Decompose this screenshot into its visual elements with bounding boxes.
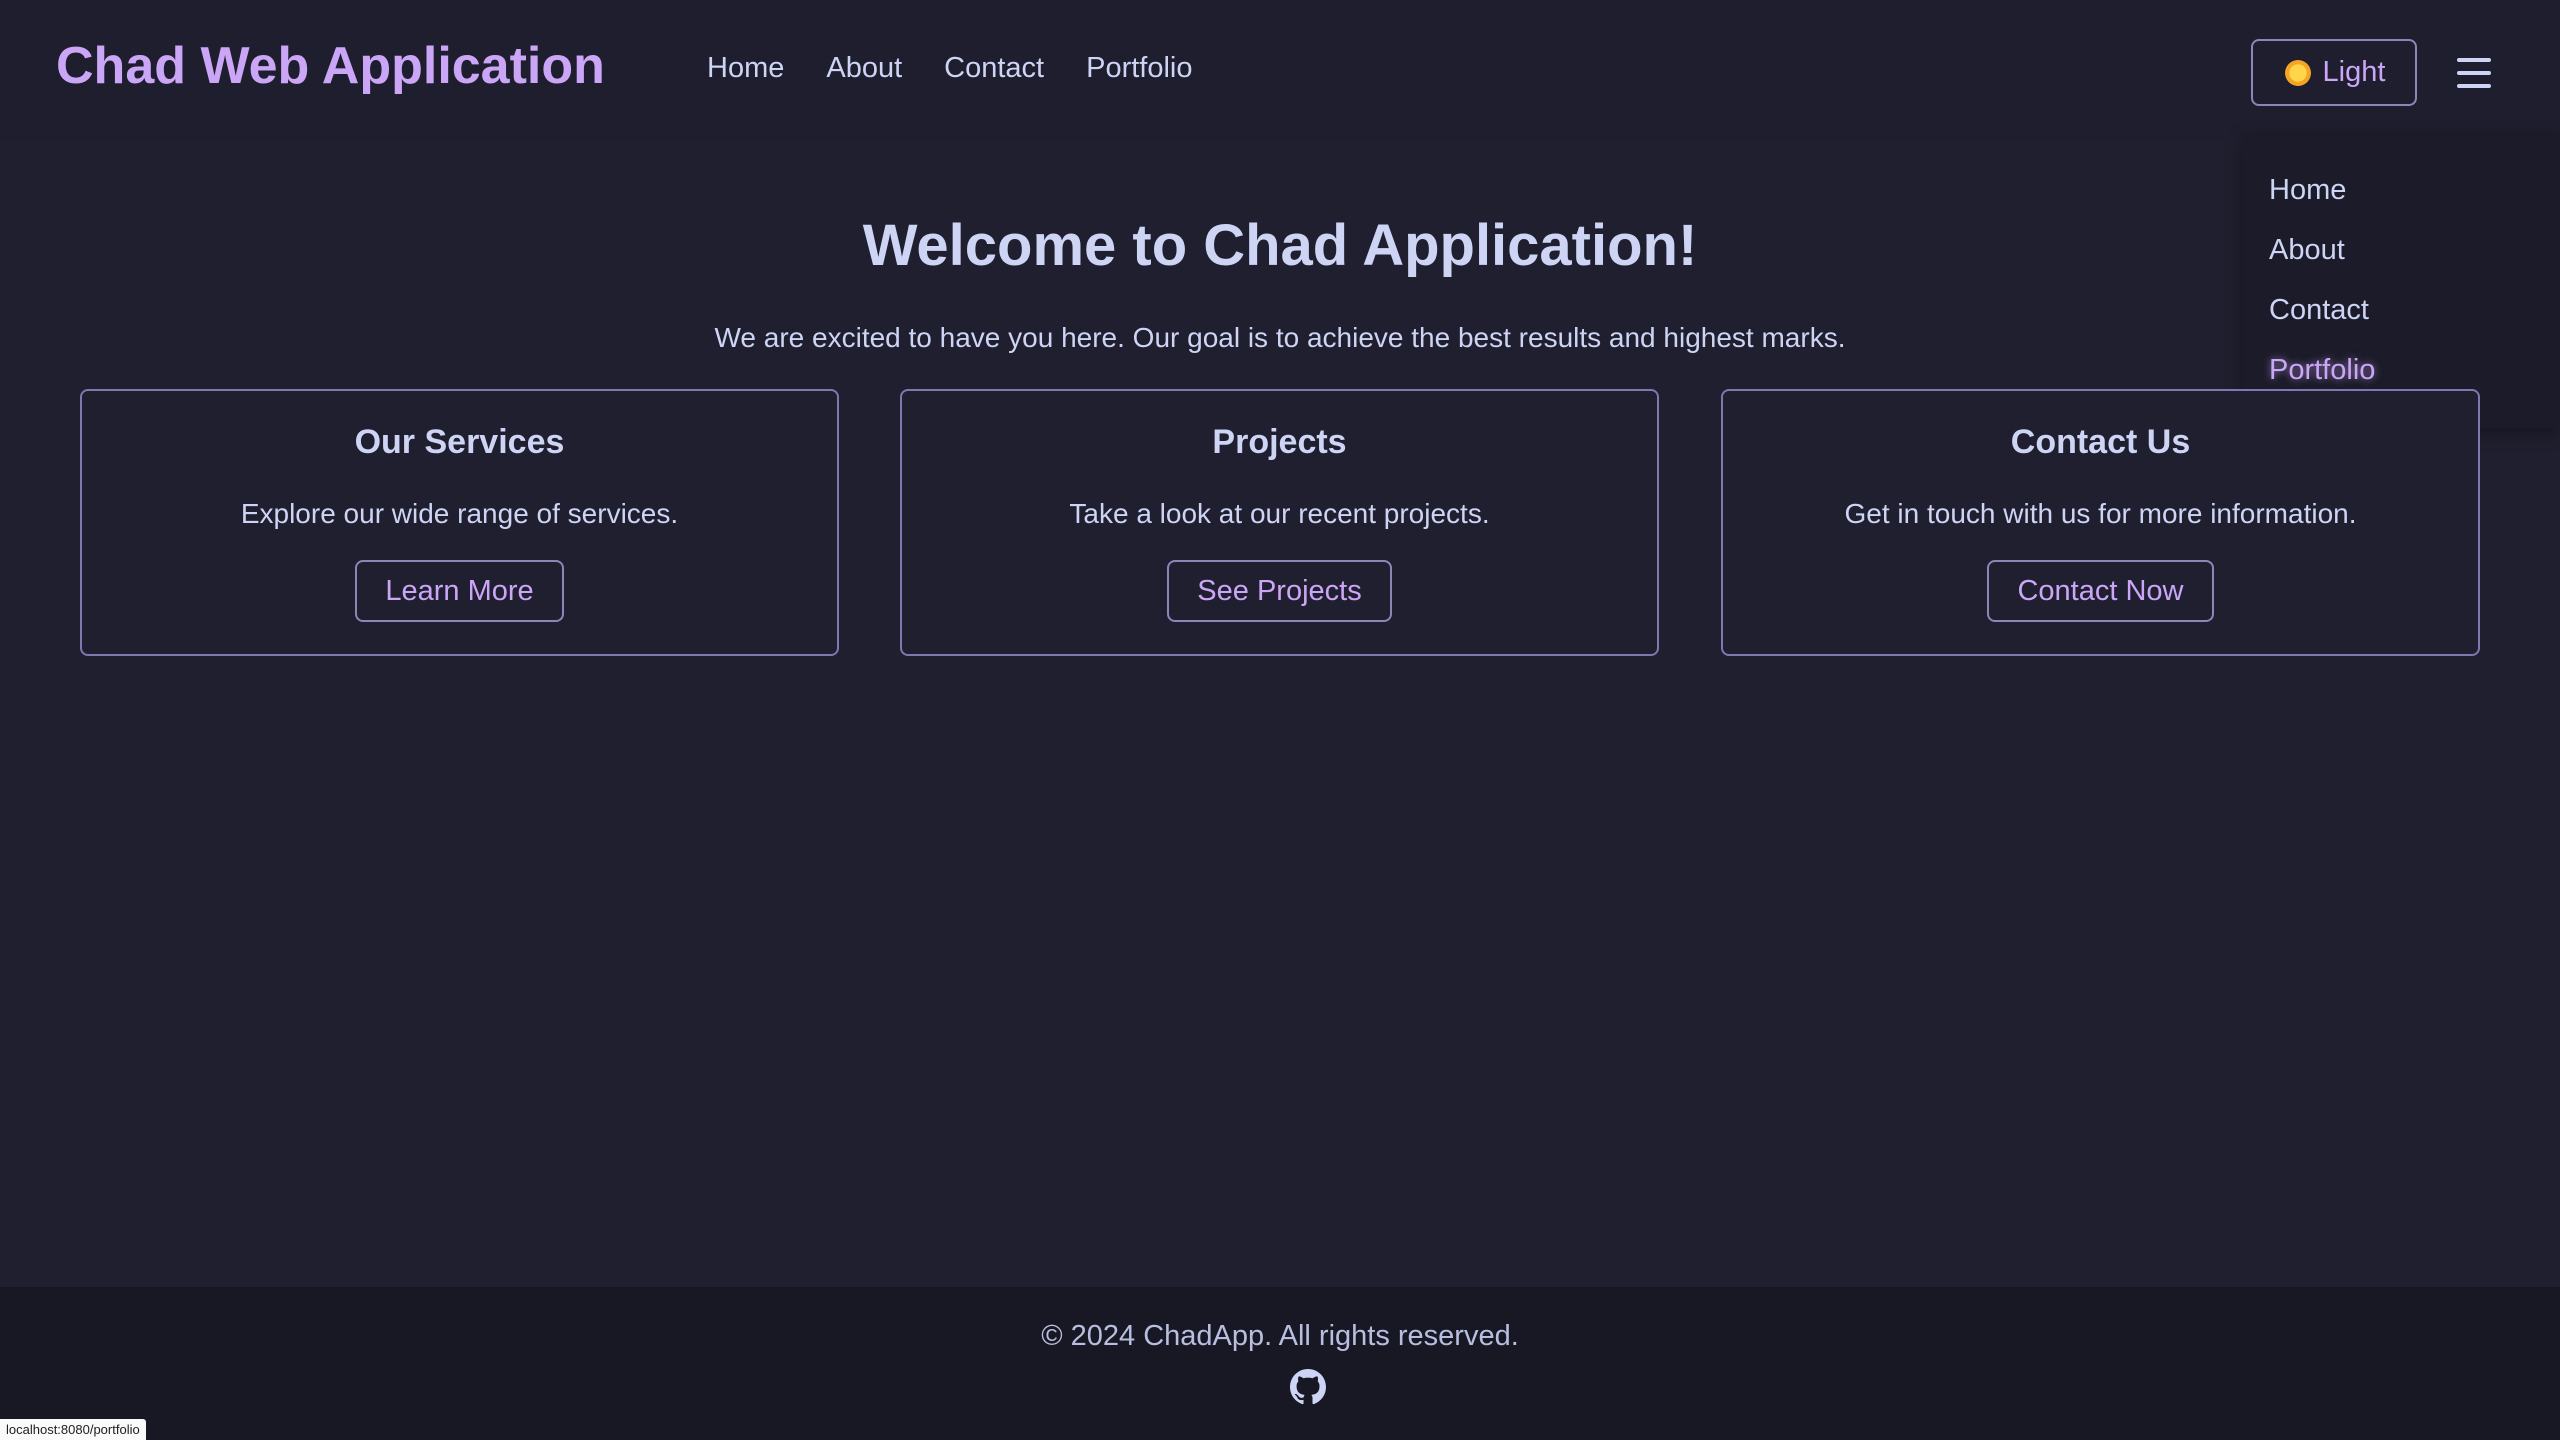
card-services: Our Services Explore our wide range of s… — [80, 389, 839, 656]
github-icon[interactable] — [1290, 1369, 1326, 1405]
learn-more-button[interactable]: Learn More — [355, 560, 564, 622]
nav-link-contact[interactable]: Contact — [944, 52, 1044, 85]
site-footer: © 2024 ChadApp. All rights reserved. — [0, 1287, 2560, 1440]
card-text: Get in touch with us for more informatio… — [1844, 498, 2357, 529]
brand-title[interactable]: Chad Web Application — [56, 36, 605, 96]
hero-title: Welcome to Chad Application! — [862, 213, 1698, 278]
nav-link-home[interactable]: Home — [707, 52, 784, 85]
card-title: Our Services — [354, 423, 565, 461]
main-nav: Home About Contact Portfolio — [707, 52, 1193, 85]
card-contact: Contact Us Get in touch with us for more… — [1721, 389, 2480, 656]
see-projects-button[interactable]: See Projects — [1167, 560, 1392, 622]
dropdown-menu: Home About Contact Portfolio — [2243, 134, 2560, 428]
theme-toggle-label: Light — [2322, 56, 2386, 88]
nav-link-about[interactable]: About — [826, 52, 902, 85]
card-text: Take a look at our recent projects. — [1069, 498, 1490, 529]
hero-subtitle: We are excited to have you here. Our goa… — [714, 322, 1846, 353]
card-projects: Projects Take a look at our recent proje… — [900, 389, 1659, 656]
sun-icon — [2282, 57, 2313, 88]
nav-link-portfolio[interactable]: Portfolio — [1086, 52, 1192, 85]
site-header: Chad Web Application Home About Contact … — [0, 0, 2560, 140]
card-title: Projects — [1212, 423, 1347, 461]
copyright-text: © 2024 ChadApp. All rights reserved. — [1041, 1320, 1519, 1352]
card-title: Contact Us — [2010, 423, 2191, 461]
contact-now-button[interactable]: Contact Now — [1987, 560, 2214, 622]
card-text: Explore our wide range of services. — [240, 498, 679, 529]
theme-toggle-button[interactable]: Light — [2251, 39, 2417, 106]
hamburger-menu-icon[interactable] — [2457, 58, 2491, 88]
browser-status-url: localhost:8080/portfolio — [0, 1419, 146, 1440]
